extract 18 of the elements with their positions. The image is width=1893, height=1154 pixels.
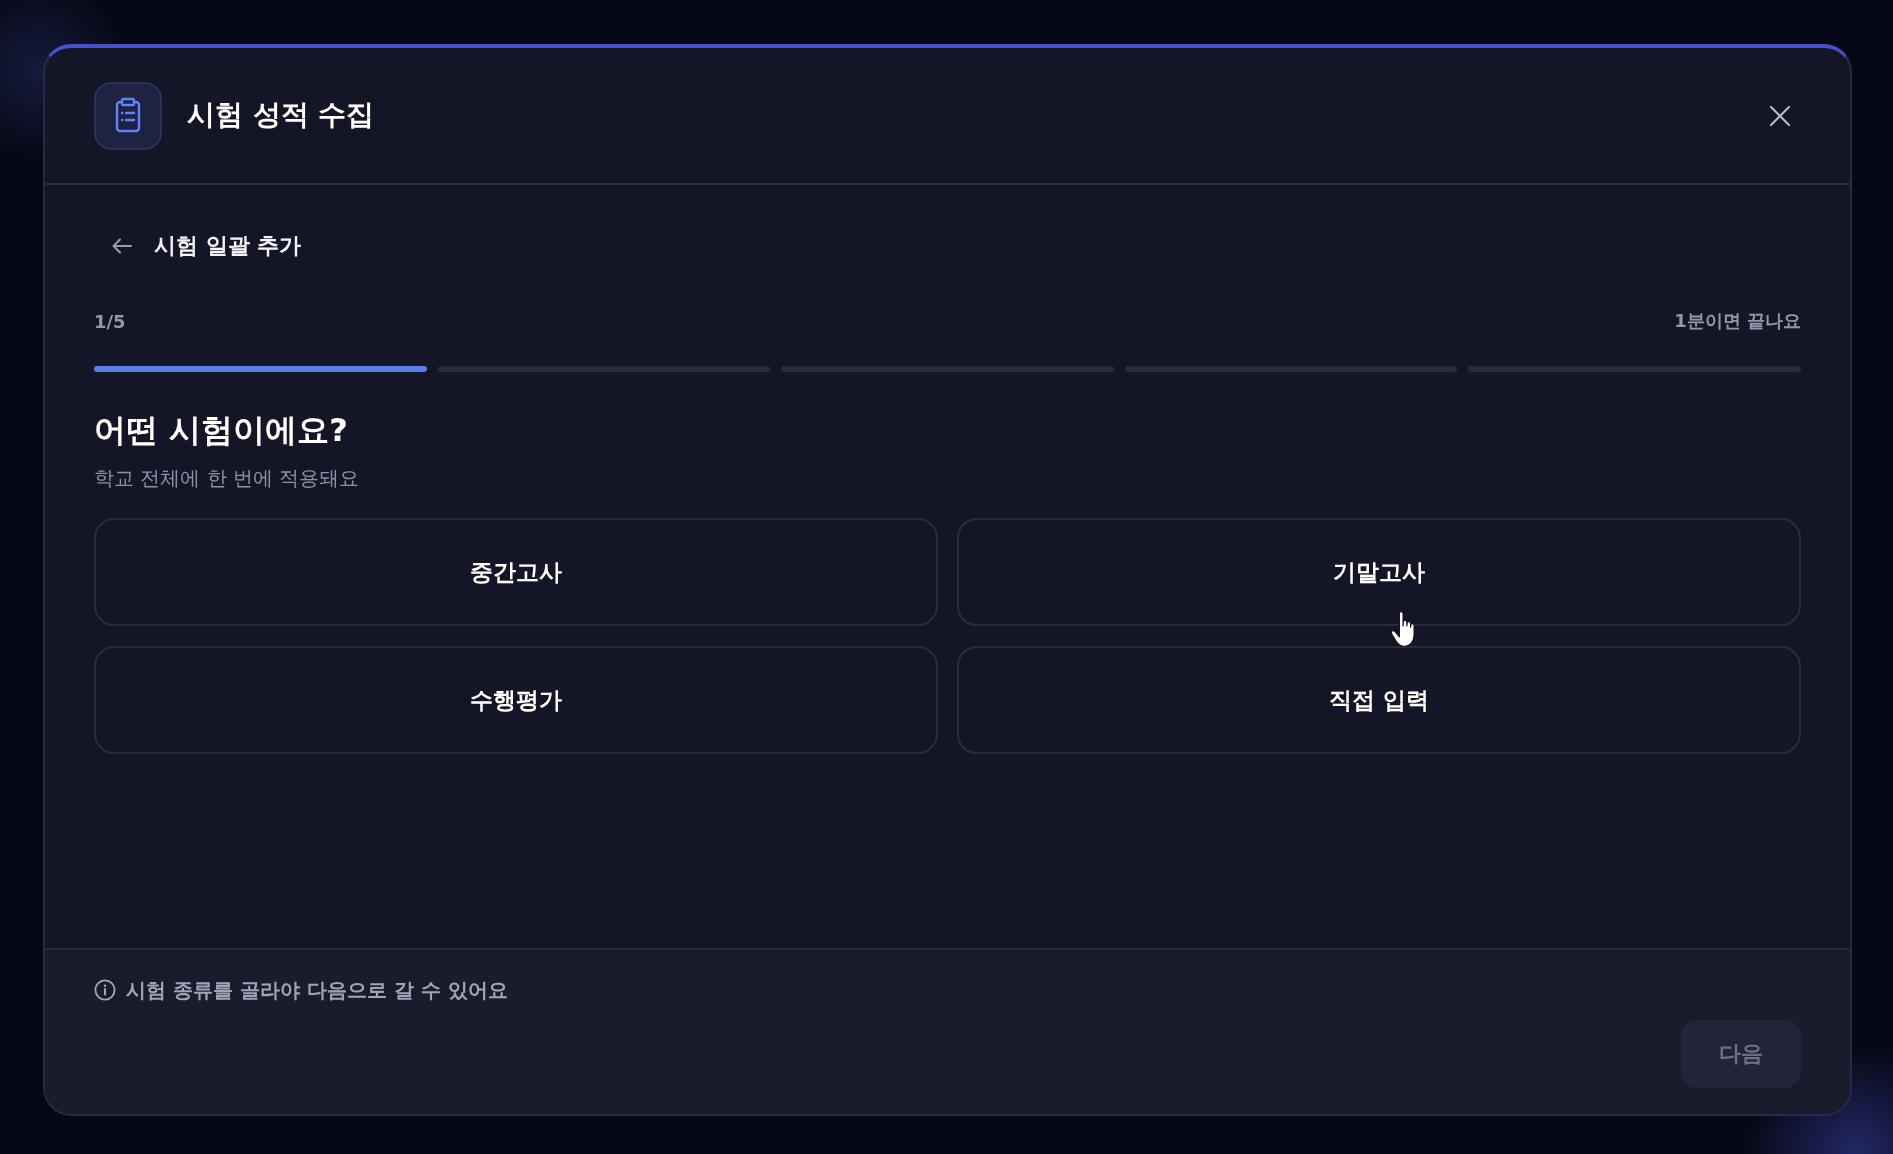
exam-type-option[interactable]: 수행평가 (94, 646, 938, 754)
dialog-title: 시험 성적 수집 (187, 97, 376, 134)
hint-text: 시험 종류를 골라야 다음으로 갈 수 있어요 (126, 976, 508, 1004)
close-button[interactable] (1770, 105, 1790, 126)
hand-cursor-icon (1390, 611, 1418, 648)
exam-type-option[interactable]: 기말고사 (957, 518, 1801, 626)
step-title: 시험 일괄 추가 (154, 232, 302, 260)
exam-type-option[interactable]: 중간고사 (94, 518, 938, 626)
clipboard-icon (94, 81, 162, 150)
question-subtitle: 학교 전체에 한 번에 적용돼요 (94, 465, 361, 492)
close-icon (1770, 105, 1790, 126)
back-button[interactable] (112, 238, 132, 254)
time-hint: 1분이면 끝나요 (1674, 309, 1801, 333)
question-title: 어떤 시험이에요? (94, 410, 349, 451)
info-icon (94, 979, 116, 1001)
exam-type-option[interactable]: 직접 입력 (957, 646, 1801, 754)
step-counter: 1/5 (94, 310, 126, 332)
arrow-left-icon (112, 238, 132, 254)
